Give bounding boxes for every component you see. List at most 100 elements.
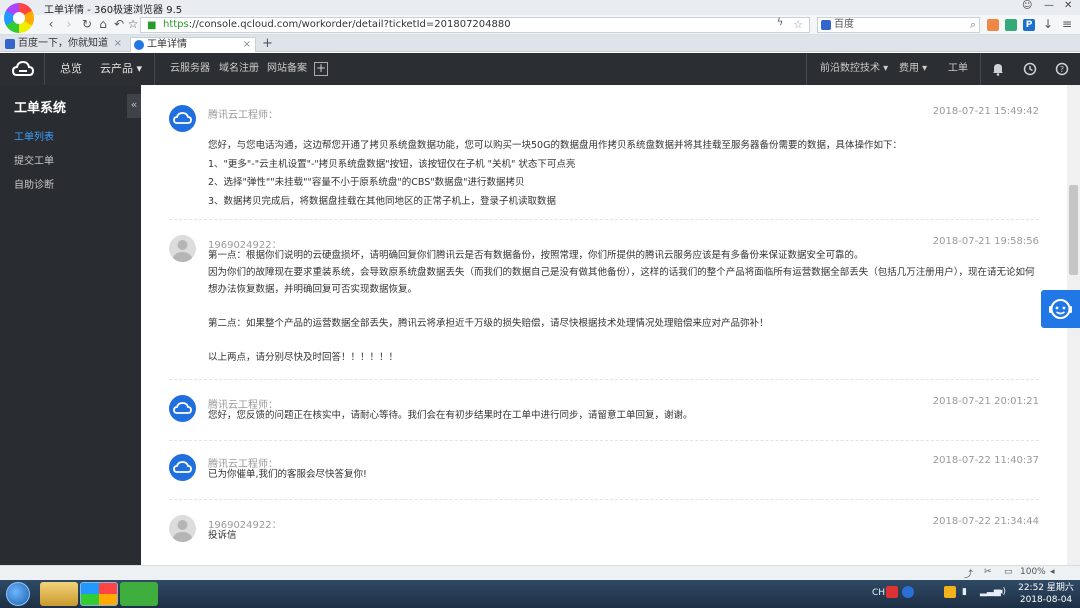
skin-icon[interactable]: ☺ [1022, 0, 1032, 11]
download-icon[interactable]: ↓ [1041, 17, 1055, 31]
sogou-ime-icon[interactable] [886, 586, 898, 598]
header-divider [980, 53, 981, 85]
new-tab-icon[interactable]: + [262, 36, 273, 51]
clock-time: 22:52 星期六 [1018, 583, 1074, 593]
tab-close-icon[interactable]: × [243, 38, 251, 52]
message-line: 已为你催单,我们的客服会尽快答复你! [208, 469, 367, 480]
minimize-icon[interactable]: — [1044, 0, 1054, 11]
add-shortcut-icon[interactable]: + [314, 62, 328, 76]
message-line: 第二点：如果整个产品的运营数据全部丢失，腾讯云将承担近千万级的损失赔偿，请尽快根… [208, 318, 769, 329]
message-divider [169, 499, 1039, 500]
tab-close-icon[interactable]: × [114, 37, 122, 51]
system-clock[interactable]: 22:52 星期六 2018-08-04 [1016, 582, 1076, 606]
message-item: 1969024922： 2018-07-21 19:58:56 第一点：根据你们… [169, 235, 1039, 365]
back-icon[interactable]: ‹ [44, 17, 58, 31]
message-divider [169, 219, 1039, 220]
nav-cvm[interactable]: 云服务器 [170, 53, 210, 85]
engineer-avatar [169, 454, 196, 481]
ticket-conversation: 腾讯云工程师： 2018-07-21 15:49:42 您好，与您电话沟通，这边… [141, 85, 1067, 565]
url-input[interactable]: ■ https://console.qcloud.com/workorder/d… [140, 17, 810, 33]
baidu-icon [821, 20, 831, 30]
os-taskbar: CH ▮ ▂▃▅ ◂) 22:52 星期六 2018-08-04 [0, 580, 1080, 608]
sidebar-item-submit-ticket[interactable]: 提交工单 [14, 152, 54, 167]
qcloud-logo-icon[interactable] [12, 60, 34, 78]
status-share-icon[interactable]: ⤴ [964, 567, 973, 580]
tab-baidu[interactable]: 百度一下，你就知道 × [2, 37, 126, 52]
sidebar-item-ticket-list[interactable]: 工单列表 [14, 128, 54, 143]
nav-beian[interactable]: 网站备案 [267, 53, 307, 85]
browser-status-bar: ⤴ ✂ ▭ 100% ◂ [0, 565, 1080, 580]
cloud-icon [173, 112, 192, 124]
speed-mode-icon[interactable]: ϟ [773, 17, 787, 28]
apps-icon[interactable] [987, 19, 999, 31]
message-time: 2018-07-21 20:01:21 [932, 396, 1039, 407]
start-button[interactable] [6, 582, 30, 606]
status-trash-icon[interactable]: ▭ [1004, 567, 1013, 577]
header-divider [154, 53, 155, 85]
search-placeholder: 百度 [834, 19, 854, 30]
nav-overview[interactable]: 总览 [60, 53, 82, 85]
help-icon[interactable]: ? [1055, 62, 1069, 76]
app-tray-icon[interactable] [944, 586, 956, 598]
message-line: 2、选择"弹性""未挂载""容量不小于原系统盘"的CBS"数据盘"进行数据拷贝 [208, 177, 525, 188]
browser-titlebar: 工单详情 - 360极速浏览器 9.5 ☺ — ✕ [0, 0, 1080, 16]
pdf-icon[interactable]: P [1023, 19, 1035, 31]
customer-service-icon [1049, 299, 1072, 319]
bell-icon[interactable] [991, 62, 1005, 76]
extension-icon[interactable] [1005, 19, 1017, 31]
message-item: 腾讯云工程师： 2018-07-21 15:49:42 您好，与您电话沟通，这边… [169, 105, 1039, 207]
home-icon[interactable]: ⌂ [96, 17, 110, 31]
help-tray-icon[interactable] [902, 586, 914, 598]
svg-text:?: ? [1060, 65, 1064, 74]
volume-tray-icon[interactable]: ◂) [998, 587, 1006, 597]
wechat-taskbar-icon[interactable] [120, 582, 158, 606]
close-window-icon[interactable]: ✕ [1064, 0, 1072, 11]
header-divider [806, 53, 807, 85]
account-menu[interactable]: 前沿数控技术 ▾ [820, 53, 888, 85]
browser-logo-icon[interactable] [4, 3, 34, 33]
forward-icon[interactable]: › [62, 17, 76, 31]
message-divider [169, 379, 1039, 380]
tab-bar: 百度一下，你就知道 × 工单详情 × + [0, 35, 1080, 52]
message-line: 1、"更多"-"云主机设置"-"拷贝系统盘数据"按钮，该按钮仅在子机 "关机" … [208, 158, 576, 170]
status-zoom[interactable]: 100% [1020, 567, 1046, 577]
message-item: 1969024922： 2018-07-22 21:34:44 投诉信 [169, 515, 1039, 555]
qcloud-favicon-icon [134, 40, 144, 50]
collapse-sidebar-button[interactable]: « [127, 94, 141, 118]
nav-domain[interactable]: 域名注册 [219, 53, 259, 85]
clock-icon[interactable] [1023, 62, 1037, 76]
file-explorer-icon[interactable] [40, 582, 78, 606]
browser-360-taskbar-icon[interactable] [80, 582, 118, 606]
input-language[interactable]: CH [872, 588, 885, 598]
workorder-link[interactable]: 工单 [948, 53, 968, 85]
usb-tray-icon[interactable]: ▮ [962, 587, 967, 597]
message-line: 投诉信 [208, 530, 237, 541]
user-silhouette-icon [172, 240, 193, 262]
sidebar-title: 工单系统 [14, 101, 67, 116]
search-icon[interactable]: ⌕ [970, 18, 976, 32]
undo-close-icon[interactable]: ↶ [112, 17, 126, 31]
online-service-button[interactable] [1041, 290, 1080, 328]
console-header: 总览 云产品 ▾ 云服务器 域名注册 网站备案 + 前沿数控技术 ▾ 费用 ▾ … [0, 53, 1080, 85]
message-body: 您好，与您电话沟通，这边帮您开通了拷贝系统盘数据功能，您可以购买一块50G的数据… [208, 137, 1038, 211]
message-divider [169, 440, 1039, 441]
user-avatar [169, 515, 196, 542]
message-body: 已为你催单,我们的客服会尽快答复你! [208, 466, 1038, 483]
address-bar: ‹ › ↻ ⌂ ↶ ☆ ■ https://console.qcloud.com… [0, 15, 1080, 35]
favorites-icon[interactable]: ☆ [126, 17, 140, 31]
message-body: 您好，您反馈的问题正在核实中，请耐心等待。我们会在有初步结果时在工单中进行同步，… [208, 407, 1038, 424]
tab-workorder[interactable]: 工单详情 × [130, 37, 256, 52]
nav-products[interactable]: 云产品 ▾ [100, 53, 142, 85]
scrollbar-thumb[interactable] [1069, 185, 1078, 275]
search-input[interactable]: 百度 ⌕ [817, 17, 980, 33]
status-sound-icon[interactable]: ◂ [1050, 567, 1055, 577]
bookmark-star-icon[interactable]: ☆ [793, 18, 803, 32]
sidebar-item-self-diagnosis[interactable]: 自助诊断 [14, 176, 54, 191]
menu-icon[interactable]: ≡ [1060, 17, 1074, 31]
message-line [208, 298, 1038, 315]
billing-menu[interactable]: 费用 ▾ [899, 53, 927, 85]
reload-icon[interactable]: ↻ [80, 17, 94, 31]
status-screenshot-icon[interactable]: ✂ [984, 567, 992, 577]
message-body: 第一点：根据你们说明的云硬盘损坏，请明确回复你们腾讯云是否有数据备份，按照常理，… [208, 247, 1038, 366]
message-time: 2018-07-22 11:40:37 [932, 455, 1039, 466]
